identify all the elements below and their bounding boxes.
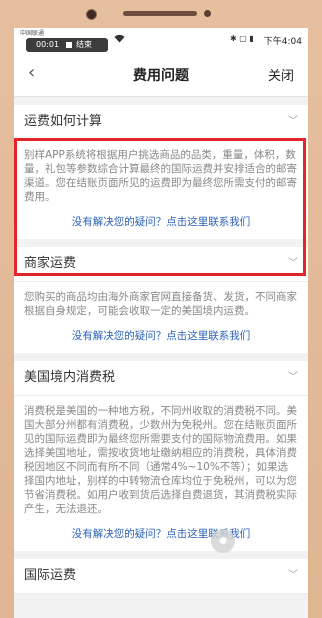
contact-us-link[interactable]: 没有解决您的疑问？点击这里联系我们 bbox=[24, 214, 298, 229]
proximity-sensor bbox=[204, 10, 211, 17]
faq-answer: 您购买的商品均由海外商家官网直接备货、发货，不同商家根据自身规定，可能会收取一定… bbox=[24, 291, 297, 317]
faq-section-international-shipping: 国际运费 ﹀ bbox=[14, 559, 308, 594]
faq-header-shipping-calc[interactable]: 运费如何计算 ﹀ bbox=[14, 105, 308, 140]
faq-section-merchant-shipping: 商家运费 ﹀ 您购买的商品均由海外商家官网直接备货、发货，不同商家根据自身规定，… bbox=[14, 247, 308, 353]
chevron-down-icon: ﹀ bbox=[288, 570, 298, 581]
status-bar: 中国联通 00:01 结束 ✱ ▢ ▮ 下午4:04 bbox=[14, 28, 308, 52]
wifi-icon bbox=[114, 34, 125, 46]
screen-recording-pill[interactable]: 00:01 结束 bbox=[26, 38, 108, 52]
faq-header-international-shipping[interactable]: 国际运费 ﹀ bbox=[14, 559, 308, 594]
faq-answer: 消费税是美国的一种地方税，不同州收取的消费税不同。美国大部分州都有消费税，少数州… bbox=[24, 405, 297, 515]
chevron-up-icon: ﹀ bbox=[288, 258, 298, 269]
faq-header-merchant-shipping[interactable]: 商家运费 ﹀ bbox=[14, 247, 308, 282]
faq-body: 别样APP系统将根据用户挑选商品的品类，重量，体积，数量，礼包等参数综合计算最终… bbox=[14, 140, 308, 239]
page-title: 费用问题 bbox=[133, 68, 189, 84]
stop-icon bbox=[66, 42, 72, 48]
faq-title: 美国境内消费税 bbox=[24, 370, 116, 385]
chevron-up-icon: ﹀ bbox=[288, 372, 298, 383]
screen: 中国联通 00:01 结束 ✱ ▢ ▮ 下午4:04 ‹ 费用问题 关闭 运费如… bbox=[14, 28, 308, 618]
front-camera bbox=[86, 9, 97, 20]
faq-section-shipping-calc: 运费如何计算 ﹀ 别样APP系统将根据用户挑选商品的品类，重量，体积，数量，礼包… bbox=[14, 105, 308, 239]
close-button[interactable]: 关闭 bbox=[268, 65, 294, 84]
phone-frame: 中国联通 00:01 结束 ✱ ▢ ▮ 下午4:04 ‹ 费用问题 关闭 运费如… bbox=[0, 0, 322, 618]
faq-title: 国际运费 bbox=[24, 568, 77, 583]
faq-title: 商家运费 bbox=[24, 256, 77, 271]
faq-section-sales-tax: 美国境内消费税 ﹀ 消费税是美国的一种地方税，不同州收取的消费税不同。美国大部分… bbox=[14, 361, 308, 551]
contact-us-link[interactable]: 没有解决您的疑问？点击这里联系我们 bbox=[24, 328, 298, 343]
carrier-label: 中国联通 bbox=[20, 30, 45, 37]
floating-assistive-button[interactable]: ● bbox=[211, 529, 235, 553]
status-time: 下午4:04 bbox=[263, 37, 302, 47]
chevron-up-icon: ﹀ bbox=[288, 116, 298, 127]
earpiece-speaker bbox=[123, 11, 197, 16]
faq-list: 运费如何计算 ﹀ 别样APP系统将根据用户挑选商品的品类，重量，体积，数量，礼包… bbox=[14, 97, 308, 594]
phone-top-bezel bbox=[0, 0, 322, 28]
contact-us-link[interactable]: 没有解决您的疑问？点击这里联系我们 bbox=[24, 526, 298, 541]
recording-end-label: 结束 bbox=[76, 40, 92, 49]
faq-body: 消费税是美国的一种地方税，不同州收取的消费税不同。美国大部分州都有消费税，少数州… bbox=[14, 396, 308, 551]
faq-answer: 别样APP系统将根据用户挑选商品的品类，重量，体积，数量，礼包等参数综合计算最终… bbox=[24, 149, 297, 203]
status-icons: ✱ ▢ ▮ bbox=[230, 34, 254, 43]
faq-title: 运费如何计算 bbox=[24, 114, 103, 129]
recording-time: 00:01 bbox=[36, 40, 60, 49]
nav-bar: ‹ 费用问题 关闭 bbox=[14, 52, 308, 97]
faq-header-sales-tax[interactable]: 美国境内消费税 ﹀ bbox=[14, 361, 308, 396]
faq-body: 您购买的商品均由海外商家官网直接备货、发货，不同商家根据自身规定，可能会收取一定… bbox=[14, 282, 308, 353]
